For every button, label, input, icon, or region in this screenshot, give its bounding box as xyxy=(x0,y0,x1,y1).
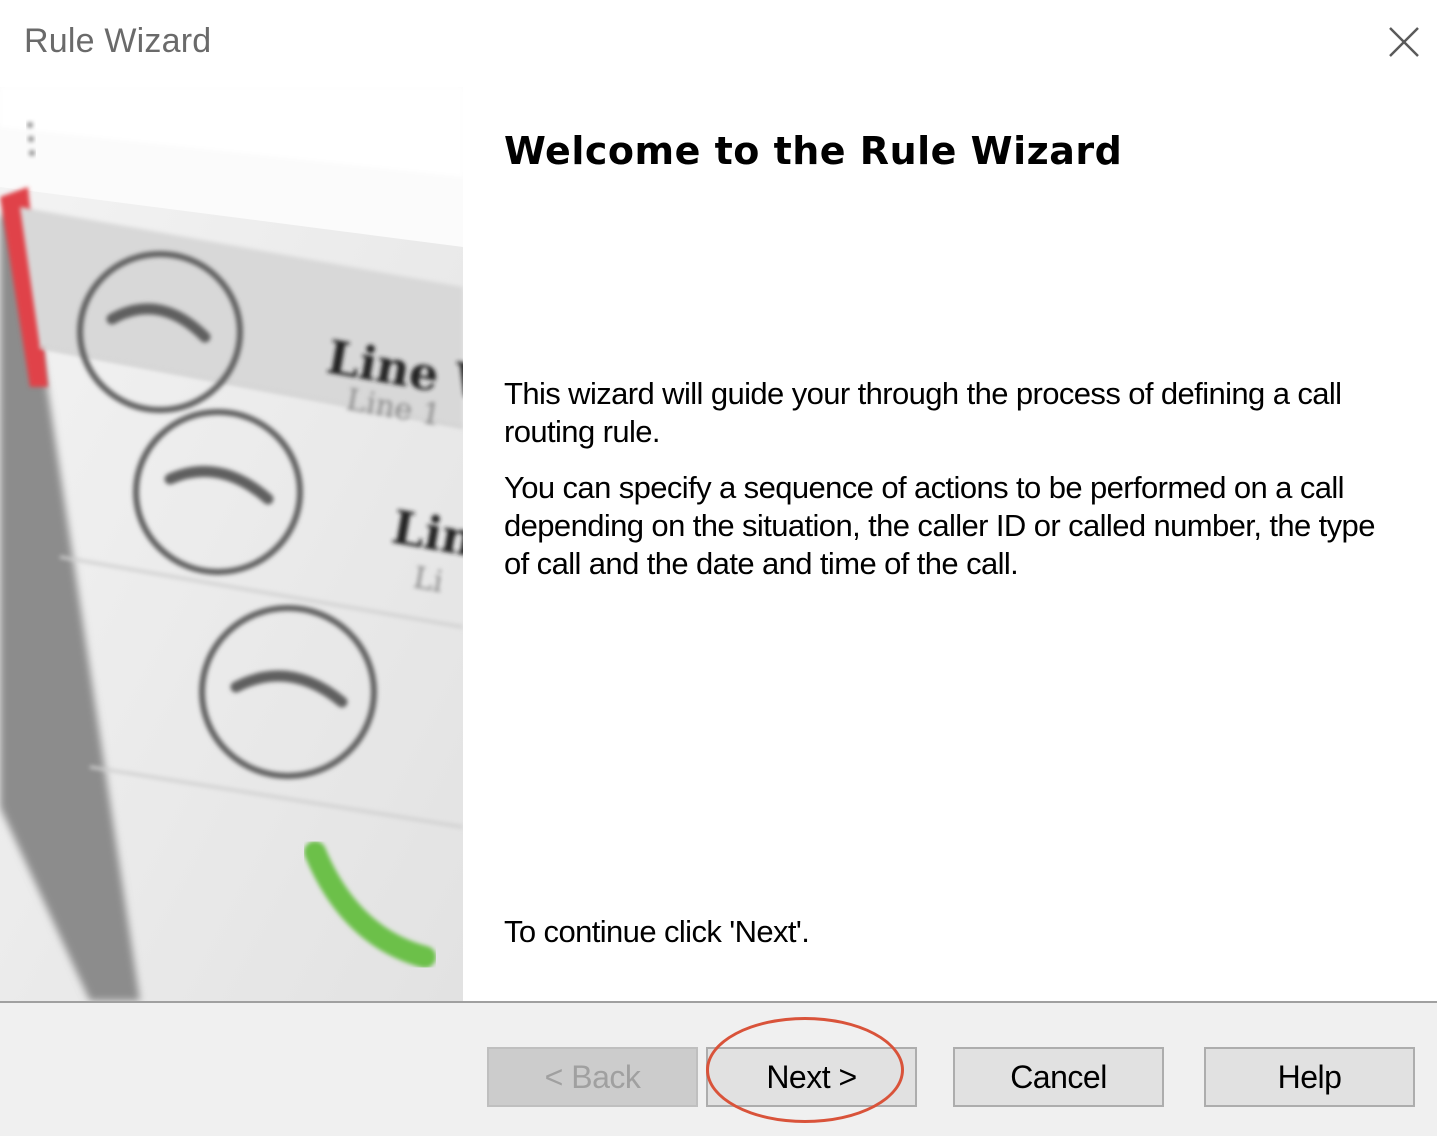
title-bar: Rule Wizard xyxy=(0,0,1437,86)
page-title: Welcome to the Rule Wizard xyxy=(504,129,1123,173)
continue-instruction: To continue click 'Next'. xyxy=(504,914,810,949)
wizard-side-image: Line W Lin Line 1 Li xyxy=(0,87,463,1001)
close-button[interactable] xyxy=(1372,10,1436,74)
help-button[interactable]: Help xyxy=(1204,1047,1415,1107)
next-button[interactable]: Next > xyxy=(706,1047,917,1107)
window-title: Rule Wizard xyxy=(24,22,212,60)
button-bar: < Back Next > Cancel Help xyxy=(0,1001,1437,1136)
description-paragraph: You can specify a sequence of actions to… xyxy=(504,470,1375,581)
svg-text:Li: Li xyxy=(411,560,446,600)
wizard-content: Welcome to the Rule Wizard This wizard w… xyxy=(463,87,1437,1001)
back-button[interactable]: < Back xyxy=(487,1047,698,1107)
intro-paragraph: This wizard will guide your through the … xyxy=(504,376,1342,449)
rule-wizard-window: Rule Wizard Line W Lin Line 1 Li Welcome… xyxy=(0,0,1437,1136)
close-icon xyxy=(1389,27,1419,57)
phone-lines-illustration-icon: Line W Lin Line 1 Li xyxy=(0,87,463,1001)
cancel-button[interactable]: Cancel xyxy=(953,1047,1164,1107)
